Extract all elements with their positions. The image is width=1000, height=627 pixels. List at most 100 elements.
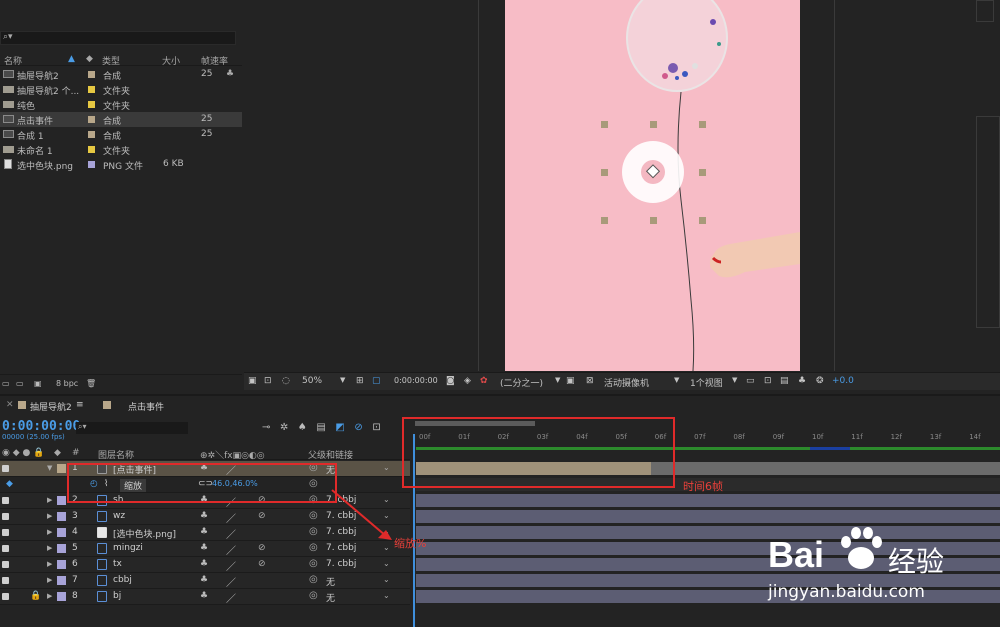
3d-view-icon[interactable]: ⊡ [264, 376, 272, 386]
visibility-eye-icon[interactable] [2, 465, 9, 472]
tab-drawer-nav-2[interactable]: 抽屉导航2 [30, 400, 72, 413]
panel-menu-icon[interactable]: ≡ [76, 400, 84, 410]
quality-switch-icon[interactable]: ／ [226, 510, 236, 525]
layer-name[interactable]: bj [113, 591, 121, 601]
col-name-header[interactable]: 名称 [4, 54, 22, 67]
visibility-eye-icon[interactable] [2, 545, 9, 552]
fast-previews-icon[interactable]: ⊡ [764, 376, 772, 386]
visibility-eye-icon[interactable] [2, 497, 9, 504]
toggle-pixel-aspect-icon[interactable]: ▭ [746, 376, 755, 386]
col-parent-header[interactable]: 父级和链接 [308, 448, 353, 461]
safe-area-icon[interactable]: ⊞ [356, 376, 364, 386]
lock-icon[interactable]: 🔒 [30, 591, 41, 601]
mask-visibility-icon[interactable]: ◌ [282, 376, 290, 386]
project-item-row[interactable]: 未命名 1 文件夹 [0, 142, 242, 157]
expand-triangle-icon[interactable]: ▶ [47, 512, 52, 520]
layer-name[interactable]: wz [113, 511, 125, 521]
bpc-toggle[interactable]: 8 bpc [56, 379, 78, 388]
motion-blur-icon[interactable]: ◩ [335, 422, 344, 433]
visibility-eye-icon[interactable] [2, 529, 9, 536]
flowchart-icon[interactable]: ♣ [226, 69, 234, 79]
layer-name[interactable]: tx [113, 559, 122, 569]
label-swatch[interactable] [57, 512, 66, 521]
label-swatch[interactable] [57, 560, 66, 569]
label-swatch[interactable] [88, 86, 95, 93]
expand-triangle-icon[interactable]: ▶ [47, 528, 52, 536]
new-comp-icon[interactable]: ▣ [34, 379, 42, 388]
expand-triangle-icon[interactable]: ▶ [47, 544, 52, 552]
transparency-grid-icon[interactable]: ▣ [566, 376, 575, 386]
pickwhip-icon[interactable]: ◎ [309, 510, 318, 521]
fast-preview-icon[interactable]: ⊠ [586, 376, 594, 386]
region-of-interest-icon[interactable]: ▢ [372, 376, 381, 386]
comp-flowchart-icon[interactable]: ♣ [798, 376, 806, 386]
view-layout-select[interactable]: 1个视图 [690, 376, 723, 389]
camera-select[interactable]: 活动摄像机 [604, 376, 649, 389]
project-item-row[interactable]: 合成 1 合成 25 [0, 127, 242, 142]
exposure-value[interactable]: +0.0 [832, 376, 854, 386]
label-swatch[interactable] [57, 464, 66, 473]
tab-click-event[interactable]: 点击事件 [128, 400, 164, 413]
interpret-footage-icon[interactable]: ▭ [2, 379, 10, 388]
col-fps-header[interactable]: 帧速率 [201, 54, 228, 67]
parent-select[interactable]: 无 [326, 591, 335, 604]
hide-shy-icon[interactable]: ♠ [298, 422, 307, 433]
label-swatch[interactable] [88, 146, 95, 153]
zoom-select[interactable]: 50% [302, 376, 322, 386]
layer-name[interactable]: [选中色块.png] [113, 527, 176, 540]
shy-switch-icon[interactable]: ♣ [200, 575, 208, 585]
expand-triangle-icon[interactable]: ▶ [47, 560, 52, 568]
project-item-row[interactable]: 抽屉导航2 个... 文件夹 [0, 82, 242, 97]
click-target-layer[interactable] [601, 121, 706, 224]
motion-blur-switch-icon[interactable]: ⊘ [258, 511, 266, 521]
label-swatch[interactable] [57, 496, 66, 505]
layer-search-input[interactable]: ⌕▾ [76, 422, 188, 434]
visibility-eye-icon[interactable] [2, 513, 9, 520]
snapshot-icon[interactable]: ◙ [446, 376, 455, 386]
quality-switch-icon[interactable]: ／ [226, 590, 236, 605]
new-folder-icon[interactable]: ▭ [16, 379, 24, 388]
close-tab-icon[interactable]: ✕ [6, 400, 14, 410]
quality-switch-icon[interactable]: ／ [226, 574, 236, 589]
trash-icon[interactable]: 🗑 [86, 379, 96, 388]
expand-triangle-icon[interactable]: ▶ [47, 496, 52, 504]
shy-switch-icon[interactable]: ♣ [200, 511, 208, 521]
composition-canvas[interactable] [505, 0, 800, 371]
expand-triangle-icon[interactable]: ▼ [47, 464, 52, 472]
comp-mini-flowchart-icon[interactable]: ⊸ [262, 422, 270, 433]
layer-name[interactable]: mingzi [113, 543, 143, 553]
expand-triangle-icon[interactable]: ▶ [47, 592, 52, 600]
col-type-header[interactable]: 类型 [102, 54, 120, 67]
label-swatch[interactable] [57, 592, 66, 601]
label-swatch[interactable] [88, 131, 95, 138]
timeline-timecode[interactable]: 0:00:00:00 [2, 419, 80, 434]
project-item-row[interactable]: 抽屉导航2 合成 25 [0, 67, 242, 82]
project-item-row[interactable]: 点击事件 合成 25 [0, 112, 242, 127]
pickwhip-icon[interactable]: ◎ [309, 590, 318, 601]
always-preview-icon[interactable]: ▣ [248, 376, 257, 386]
pickwhip-icon[interactable]: ◎ [309, 526, 318, 537]
label-swatch[interactable] [88, 161, 95, 168]
project-search-input[interactable]: ⌕▾ [0, 31, 236, 45]
timeline-icon[interactable]: ▤ [780, 376, 789, 386]
expand-triangle-icon[interactable]: ▶ [47, 576, 52, 584]
label-swatch[interactable] [57, 528, 66, 537]
draft-3d-icon[interactable]: ✲ [280, 422, 288, 433]
shy-switch-icon[interactable]: ♣ [200, 559, 208, 569]
viewer-timecode[interactable]: 0:00:00:00 [394, 376, 438, 385]
label-swatch[interactable] [88, 101, 95, 108]
motion-blur-switch-icon[interactable]: ⊘ [258, 559, 266, 569]
visibility-eye-icon[interactable] [2, 593, 9, 600]
parent-select[interactable]: 7. cbbj [326, 559, 356, 569]
layer-row[interactable]: ▶ 6 tx ♣ ／ ⊘ ◎ 7. cbbj ⌄ [0, 557, 410, 573]
keyframe-nav-icon[interactable]: ◆ [6, 479, 13, 489]
quality-switch-icon[interactable]: ／ [226, 558, 236, 573]
layer-row[interactable]: ▶ 7 cbbj ♣ ／ ◎ 无 ⌄ [0, 573, 410, 589]
quality-switch-icon[interactable]: ／ [226, 526, 236, 541]
col-layer-name-header[interactable]: 图层名称 [98, 448, 134, 461]
label-swatch[interactable] [88, 71, 95, 78]
pickwhip-icon[interactable]: ◎ [309, 542, 318, 553]
label-swatch[interactable] [57, 544, 66, 553]
shy-switch-icon[interactable]: ♣ [200, 543, 208, 553]
expand-icon[interactable]: ⊡ [372, 422, 380, 433]
